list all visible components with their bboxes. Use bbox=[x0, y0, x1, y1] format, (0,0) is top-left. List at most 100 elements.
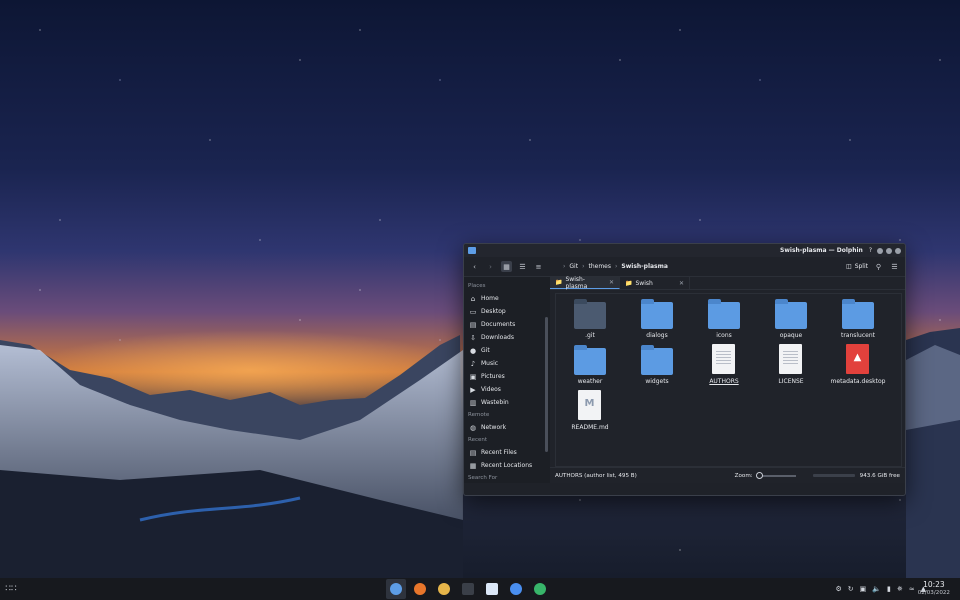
free-space: 943.6 GiB free bbox=[859, 472, 900, 479]
help-button[interactable]: ? bbox=[869, 247, 872, 254]
folder-icon bbox=[708, 299, 740, 329]
file-item[interactable]: dialogs bbox=[629, 299, 685, 339]
dolphin-app-icon bbox=[468, 247, 476, 254]
file-name: translucent bbox=[840, 332, 876, 339]
sidebar-item-label: Pictures bbox=[481, 373, 505, 380]
file-item[interactable]: icons bbox=[696, 299, 752, 339]
network-wifi-icon[interactable]: ≈ bbox=[909, 585, 915, 593]
notifications-icon[interactable]: ⚙ bbox=[836, 585, 842, 593]
sidebar-item-label: Videos bbox=[481, 386, 501, 393]
back-arrow-icon[interactable]: ‹ bbox=[469, 261, 480, 272]
window-titlebar[interactable]: Swish-plasma — Dolphin ? bbox=[464, 244, 905, 257]
battery-icon[interactable]: ▮ bbox=[887, 585, 891, 593]
slack-icon[interactable] bbox=[434, 579, 454, 599]
folder-icon bbox=[574, 345, 606, 375]
sidebar-item-music[interactable]: ♪ Music bbox=[467, 357, 547, 370]
firefox-icon[interactable] bbox=[410, 579, 430, 599]
desktop-icon: ▭ bbox=[469, 307, 477, 316]
sidebar-item-videos[interactable]: ▶ Videos bbox=[467, 383, 547, 396]
sidebar-item-git[interactable]: ● Git bbox=[467, 344, 547, 357]
digital-clock[interactable]: 10:23 02/03/2022 bbox=[918, 581, 950, 597]
sidebar-item-home[interactable]: ⌂ Home bbox=[467, 292, 547, 305]
details-view-icon[interactable]: ≡ bbox=[533, 261, 544, 272]
sidebar-item-documents[interactable]: ▤ Documents bbox=[467, 318, 547, 331]
dolphin-glyph bbox=[390, 583, 402, 595]
recent-files-icon: ▤ bbox=[469, 448, 477, 457]
sidebar-item-label: Downloads bbox=[481, 334, 514, 341]
chrome-icon[interactable] bbox=[506, 579, 526, 599]
recent-locations-icon: ▦ bbox=[469, 461, 477, 470]
terminal-icon[interactable] bbox=[458, 579, 478, 599]
volume-icon[interactable]: 🔈 bbox=[872, 585, 881, 593]
clipboard-icon[interactable]: ▣ bbox=[860, 585, 867, 593]
breadcrumb-git[interactable]: Git bbox=[569, 263, 578, 270]
downloads-icon: ⇩ bbox=[470, 333, 476, 342]
tab-close-icon[interactable]: ✕ bbox=[679, 280, 684, 287]
sidebar-item-label: Documents bbox=[481, 321, 516, 328]
slack-glyph bbox=[438, 583, 450, 595]
tab-swish-plasma[interactable]: 📁 Swish-plasma ✕ bbox=[550, 275, 620, 290]
task-manager bbox=[386, 578, 550, 600]
zoom-label: Zoom: bbox=[734, 472, 753, 479]
document-icon: ▲ bbox=[842, 344, 874, 375]
file-item[interactable]: widgets bbox=[629, 345, 685, 385]
tab-label: Swish-plasma bbox=[565, 275, 588, 290]
tab-folder-icon: 📁 bbox=[555, 279, 563, 286]
bluetooth-icon[interactable]: ✵ bbox=[897, 585, 903, 593]
network-icon: ◍ bbox=[469, 423, 477, 432]
search-icon[interactable]: ⚲ bbox=[873, 261, 884, 272]
app-launcher-icon[interactable]: ∷∷ bbox=[0, 584, 22, 594]
document-icon bbox=[775, 344, 807, 375]
maximize-button[interactable] bbox=[886, 247, 892, 254]
updater-icon[interactable] bbox=[530, 579, 550, 599]
file-item[interactable]: weather bbox=[562, 345, 618, 385]
hamburger-menu-icon[interactable]: ☰ bbox=[889, 261, 900, 272]
sidebar-item-recent-locations[interactable]: ▦ Recent Locations bbox=[467, 459, 547, 472]
file-item[interactable]: AUTHORS bbox=[696, 344, 752, 385]
updates-icon[interactable]: ↻ bbox=[848, 585, 854, 593]
pictures-icon: ▣ bbox=[469, 372, 477, 381]
zoom-slider-handle[interactable] bbox=[755, 471, 763, 479]
dolphin-icon[interactable] bbox=[386, 579, 406, 599]
icons-view-icon[interactable]: ▦ bbox=[501, 261, 512, 272]
minimize-button[interactable] bbox=[877, 247, 883, 254]
file-name: weather bbox=[577, 378, 603, 385]
split-icon: ◫ bbox=[846, 263, 852, 270]
sidebar-scrollbar[interactable] bbox=[545, 317, 548, 452]
file-item[interactable]: M README.md bbox=[562, 390, 618, 431]
file-item[interactable]: translucent bbox=[830, 299, 886, 339]
file-item[interactable]: ▲ metadata.desktop bbox=[830, 344, 886, 385]
sidebar-item-label: Recent Files bbox=[481, 449, 517, 456]
file-name: AUTHORS bbox=[709, 378, 739, 385]
file-item[interactable]: LICENSE bbox=[763, 344, 819, 385]
zoom-slider[interactable] bbox=[755, 471, 796, 479]
tab-swish[interactable]: 📁 Swish ✕ bbox=[620, 277, 690, 289]
file-view[interactable]: .git dialogs icons opaque translucent weather… bbox=[555, 293, 902, 467]
text-editor-icon[interactable] bbox=[482, 579, 502, 599]
forward-arrow-icon[interactable]: › bbox=[485, 261, 496, 272]
toolbar: ‹ › ▦ ☰ ≡ › Git › themes › Swish-plasma … bbox=[464, 257, 905, 277]
sidebar-item-desktop[interactable]: ▭ Desktop bbox=[467, 305, 547, 318]
breadcrumb-themes[interactable]: themes bbox=[588, 263, 611, 270]
file-name: LICENSE bbox=[778, 378, 804, 385]
close-button[interactable] bbox=[895, 247, 901, 254]
home-icon: ⌂ bbox=[470, 294, 476, 303]
file-name: metadata.desktop bbox=[830, 378, 886, 385]
documents-icon: ▤ bbox=[469, 320, 477, 329]
breadcrumb-separator-icon: › bbox=[582, 263, 585, 270]
tab-close-icon[interactable]: ✕ bbox=[609, 279, 614, 286]
file-item[interactable]: .git bbox=[562, 299, 618, 339]
compact-view-icon[interactable]: ☰ bbox=[517, 261, 528, 272]
sidebar-item-recent-files[interactable]: ▤ Recent Files bbox=[467, 446, 547, 459]
folder-icon bbox=[641, 299, 673, 329]
taskbar: ∷∷ ⚙ ↻ ▣ 🔈 ▮ ✵ ≈ ▲ 10:23 02/03/2022 bbox=[0, 578, 960, 600]
sidebar-item-downloads[interactable]: ⇩ Downloads bbox=[467, 331, 547, 344]
file-item[interactable]: opaque bbox=[763, 299, 819, 339]
sidebar-item-network[interactable]: ◍ Network bbox=[467, 421, 547, 434]
breadcrumb-current[interactable]: Swish-plasma bbox=[621, 263, 668, 270]
sidebar-item-pictures[interactable]: ▣ Pictures bbox=[467, 370, 547, 383]
sidebar-item-wastebin[interactable]: ▥ Wastebin bbox=[467, 396, 547, 409]
disk-usage-bar bbox=[812, 474, 855, 477]
status-bar: AUTHORS (author list, 495 B) Zoom: 943.6… bbox=[550, 467, 905, 483]
split-button[interactable]: ◫ Split bbox=[846, 263, 868, 270]
